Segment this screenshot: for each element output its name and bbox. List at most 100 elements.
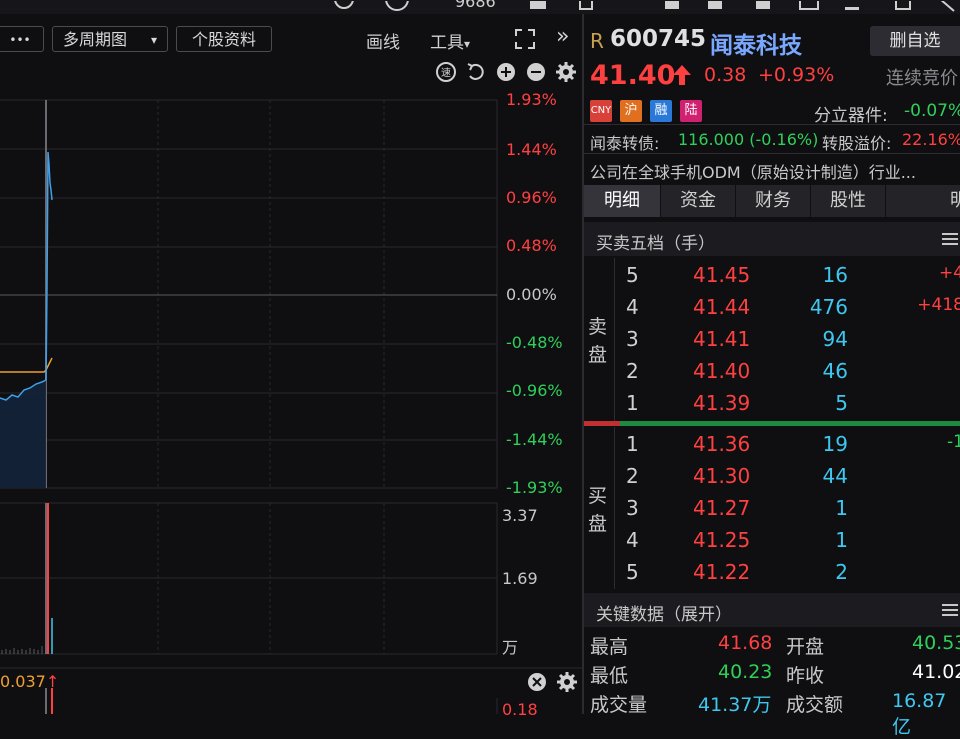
stock-name[interactable]: 闻泰科技 <box>710 26 802 60</box>
order-volume: 5 <box>835 391 848 415</box>
buy-sell-ratio-bar <box>620 421 960 426</box>
stock-info-button[interactable]: 个股资料 <box>176 26 272 52</box>
expand-panel-icon[interactable]: » <box>556 24 569 49</box>
buy-side-label: 买 盘 <box>584 427 615 589</box>
low-label: 最低 <box>590 665 629 687</box>
pct-label: 1.93% <box>506 90 557 109</box>
tab-stock-nature[interactable]: 股性 <box>811 185 886 217</box>
pct-label: 0.00% <box>506 285 557 304</box>
premium-value: 22.16% <box>902 130 960 149</box>
order-change: -1 <box>947 432 960 452</box>
sell-label-char: 卖 <box>588 316 608 338</box>
tab-detail[interactable]: 明细 <box>584 185 661 217</box>
keydata-menu-icon[interactable] <box>942 603 958 617</box>
menu-icon[interactable] <box>942 232 958 246</box>
order-volume: 44 <box>822 464 848 488</box>
orderbook-header: 买卖五档（手） <box>584 222 960 256</box>
tab-finance[interactable]: 财务 <box>736 185 811 217</box>
dropdown-arrow-icon: ▾ <box>464 37 471 51</box>
price-change-pct: +0.93% <box>758 64 835 86</box>
order-price: 41.41 <box>693 327 751 351</box>
chart-controls: 速 <box>436 62 576 82</box>
sector-label[interactable]: 分立器件: <box>814 101 888 126</box>
margin-badge: 融 <box>650 100 672 122</box>
svg-text:速: 速 <box>441 67 451 79</box>
order-volume: 476 <box>809 295 848 319</box>
sell-divider-red <box>584 421 620 426</box>
tools-menu-button[interactable]: 工具▾ <box>430 28 470 53</box>
order-level: 5 <box>626 263 639 287</box>
order-volume: 1 <box>835 528 848 552</box>
intraday-chart <box>0 99 582 714</box>
sell-label-char: 盘 <box>588 344 608 366</box>
zoom-in-icon[interactable] <box>497 63 515 81</box>
sub-axis-label: 0.18 <box>502 700 538 719</box>
sub-settings-gear-icon[interactable] <box>557 672 577 692</box>
order-change: +418 <box>917 295 960 315</box>
zoom-out-icon[interactable] <box>527 63 545 81</box>
tab-fund[interactable]: 资金 <box>661 185 736 217</box>
volume-axis-label: 1.69 <box>502 569 538 588</box>
keydata-title[interactable]: 关键数据（展开） <box>596 600 732 625</box>
order-change: +4 <box>938 263 960 283</box>
keydata-header: 关键数据（展开） <box>584 593 960 627</box>
sub-indicator-value: 0.037↑ <box>0 672 59 691</box>
order-level: 4 <box>626 295 639 319</box>
order-level: 2 <box>626 359 639 383</box>
orderbook-title: 买卖五档（手） <box>596 234 715 254</box>
order-volume: 46 <box>822 359 848 383</box>
volume-small-bars <box>1 646 43 654</box>
current-price: 41.40 <box>590 60 676 91</box>
order-level: 3 <box>626 496 639 520</box>
bond-value: 116.000 (-0.16%) <box>678 130 819 149</box>
order-price: 41.30 <box>693 464 751 488</box>
volume-value: 41.37万 <box>698 694 772 716</box>
connect-badge: 陆 <box>680 100 702 122</box>
delete-watchlist-button[interactable]: 删自选 <box>870 26 960 56</box>
more-button[interactable]: ••• <box>0 26 44 52</box>
tab-more[interactable]: 明 <box>886 185 960 217</box>
buy-label-char: 买 <box>588 485 608 507</box>
pct-label: 0.48% <box>506 236 557 255</box>
premium-label: 转股溢价: <box>822 134 892 153</box>
close-icon[interactable] <box>528 673 546 691</box>
price-change: 0.38 <box>704 64 747 86</box>
trading-status: 连续竞价 <box>886 68 958 89</box>
sell-side-label: 卖 盘 <box>584 258 615 424</box>
fullscreen-icon[interactable] <box>514 28 536 50</box>
price-up-arrow-icon <box>673 65 691 85</box>
tools-label: 工具 <box>430 33 464 53</box>
shanghai-badge: 沪 <box>620 100 642 122</box>
speed-icon[interactable]: 速 <box>436 62 456 82</box>
stock-code: 600745 <box>610 26 707 52</box>
order-volume: 19 <box>822 432 848 456</box>
order-volume: 1 <box>835 496 848 520</box>
order-price: 41.39 <box>693 391 751 415</box>
sub-indicator-number: 0.037 <box>0 672 46 691</box>
company-description[interactable]: 公司在全球手机ODM（原始设计制造）行业... <box>590 159 916 183</box>
undo-icon[interactable] <box>467 63 484 80</box>
chart-toolbar: ••• 多周期图 ▾ 个股资料 画线 工具▾ » <box>0 22 582 56</box>
multi-period-button[interactable]: 多周期图 ▾ <box>52 26 168 52</box>
order-volume: 2 <box>835 560 848 584</box>
volume-label: 成交量 <box>590 694 648 716</box>
low-value: 40.23 <box>718 661 773 683</box>
draw-line-button[interactable]: 画线 <box>366 28 400 53</box>
divider <box>584 124 960 125</box>
order-price: 41.44 <box>693 295 751 319</box>
tab-more-label: 明 <box>950 190 960 211</box>
amount-value: 16.87亿 <box>892 690 947 738</box>
pct-label: 0.96% <box>506 188 557 207</box>
multi-period-label: 多周期图 <box>63 30 128 49</box>
divider <box>584 153 960 154</box>
high-value: 41.68 <box>718 632 773 654</box>
order-price: 41.36 <box>693 432 751 456</box>
open-label: 开盘 <box>786 636 825 658</box>
bond-label: 闻泰转债: <box>590 134 660 153</box>
high-label: 最高 <box>590 636 629 658</box>
pct-label: -0.96% <box>506 381 563 400</box>
order-level: 1 <box>626 391 639 415</box>
settings-gear-icon[interactable] <box>556 62 576 82</box>
order-volume: 16 <box>822 263 848 287</box>
order-level: 5 <box>626 560 639 584</box>
